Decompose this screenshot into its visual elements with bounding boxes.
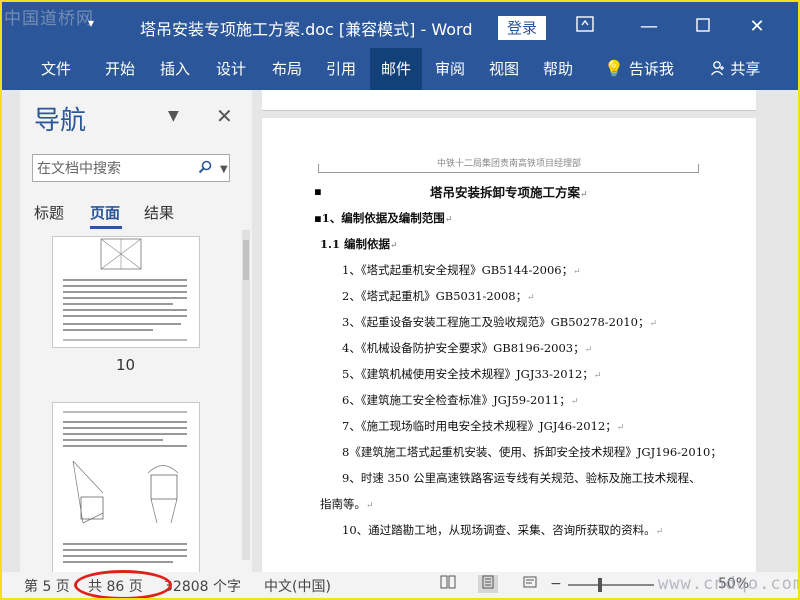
previous-page-bottom [262,90,756,111]
tab-design[interactable]: 设计 [204,48,258,90]
reference-item: 10、通过踏勘工地，从现场调查、采集、咨询所获取的资料。↵ [342,523,664,537]
web-layout-icon[interactable] [520,575,540,593]
title-bar: 中国道桥网 ▾ 塔吊安装专项施工方案.doc [兼容模式] - Word 登录 … [2,2,798,48]
nav-options-dropdown-icon[interactable]: ▼ [168,108,179,124]
active-tab-indicator [90,226,122,229]
reference-item: 1、《塔式起重机安全规程》GB5144-2006；↵ [342,263,581,277]
print-layout-icon[interactable] [478,575,498,593]
window-title: 塔吊安装专项施工方案.doc [兼容模式] - Word [140,20,473,39]
share-label: 共享 [730,60,761,78]
section-heading: ▪1、编制依据及编制范围↵ [314,211,453,225]
nav-scrollbar-thumb[interactable] [243,240,249,280]
tab-references[interactable]: 引用 [314,48,368,90]
read-mode-icon[interactable] [438,575,458,593]
nav-tab-results[interactable]: 结果 [144,202,174,223]
reference-item: 7、《施工现场临时用电安全技术规程》JGJ46-2012；↵ [342,419,625,433]
site-watermark: 中国道桥网 [4,9,94,29]
page-thumbnail-10[interactable] [52,236,200,348]
nav-pane-title: 导航 [34,106,87,136]
ribbon-display-options-icon[interactable] [572,14,598,40]
customize-quick-access-icon[interactable]: ▾ [88,16,94,30]
tab-help[interactable]: 帮助 [532,48,584,90]
tab-layout[interactable]: 布局 [260,48,314,90]
page-indicator[interactable]: 第 5 页 [24,576,70,596]
tab-review[interactable]: 审阅 [424,48,476,90]
pane-splitter[interactable] [252,90,262,572]
tab-view[interactable]: 视图 [478,48,530,90]
share-button[interactable]: 共享 [702,48,768,90]
search-options-chevron-icon[interactable]: ▼ [220,164,228,175]
nav-tab-pages[interactable]: 页面 [90,202,120,223]
tab-file[interactable]: 文件 [28,48,84,90]
tab-insert[interactable]: 插入 [148,48,202,90]
highlight-circle-annotation [74,570,172,598]
header-corner-mark [318,164,319,173]
document-scrollbar[interactable] [784,90,798,572]
reference-item: 3、《起重设备安装工程施工及验收规范》GB50278-2010；↵ [342,315,657,329]
reference-item: 2、《塔式起重机》GB5031-2008；↵ [342,289,535,303]
subsection-heading: 1.1 编制依据↵ [320,237,398,251]
reference-item: 5、《建筑机械使用安全技术规程》JGJ33-2012；↵ [342,367,602,381]
reference-item: 4、《机械设备防护安全要求》GB8196-2003；↵ [342,341,593,355]
ribbon-tabs: 文件 开始 插入 设计 布局 引用 邮件 审阅 视图 帮助 💡 告诉我 共享 [2,48,798,90]
page-header: 中铁十二局集团贵南高铁项目经理部 [436,159,581,169]
site-watermark-url: www.cndqo.com [658,574,800,594]
zoom-slider[interactable] [568,584,654,586]
close-icon[interactable]: ✕ [744,14,770,40]
lightbulb-icon: 💡 [604,59,625,78]
tell-me-label: 告诉我 [628,60,674,78]
person-add-icon [710,60,731,78]
header-rule [318,172,698,173]
maximize-icon[interactable] [690,14,716,40]
navigation-pane: 导航 ▼ ✕ 在文档中搜索 ▼ 标题 页面 结果 10 [20,90,252,574]
reference-item: 8《建筑施工塔式起重机安装、使用、拆卸安全技术规程》JGJ196-2010； [342,445,722,459]
reference-item: 6、《建筑施工安全检查标准》JGJ59-2011；↵ [342,393,579,407]
reference-item-continued: 指南等。↵ [320,497,374,511]
login-button[interactable]: 登录 [498,16,546,40]
nav-close-icon[interactable]: ✕ [216,104,233,128]
minimize-icon[interactable]: — [636,14,662,40]
word-window: 中国道桥网 ▾ 塔吊安装专项施工方案.doc [兼容模式] - Word 登录 … [0,0,800,600]
tell-me-button[interactable]: 💡 告诉我 [594,48,684,90]
zoom-out-button[interactable]: − [550,576,562,592]
search-icon[interactable] [198,160,212,178]
reference-item: 9、时速 350 公里高速铁路客运专线有关规范、验标及施工技术规程、 [342,471,701,485]
zoom-slider-thumb[interactable] [598,578,602,592]
tab-mailings[interactable]: 邮件 [370,48,422,90]
page-thumbnail-11[interactable] [52,402,200,574]
header-corner-mark [698,164,699,173]
document-page[interactable]: 中铁十二局集团贵南高铁项目经理部 ▪ 塔吊安装拆卸专项施工方案↵ ▪1、编制依据… [262,118,756,578]
bullet-marker: ▪ [314,184,322,198]
thumbnail-page-number: 10 [116,356,136,374]
word-count[interactable]: 32808 个字 [164,576,241,596]
nav-tab-headings[interactable]: 标题 [34,202,64,223]
document-title: 塔吊安装拆卸专项施工方案↵ [430,185,588,200]
workspace: 导航 ▼ ✕ 在文档中搜索 ▼ 标题 页面 结果 10 中铁十二局集团贵南高铁项… [2,90,798,578]
language-indicator[interactable]: 中文(中国) [264,576,331,596]
tab-home[interactable]: 开始 [94,48,146,90]
